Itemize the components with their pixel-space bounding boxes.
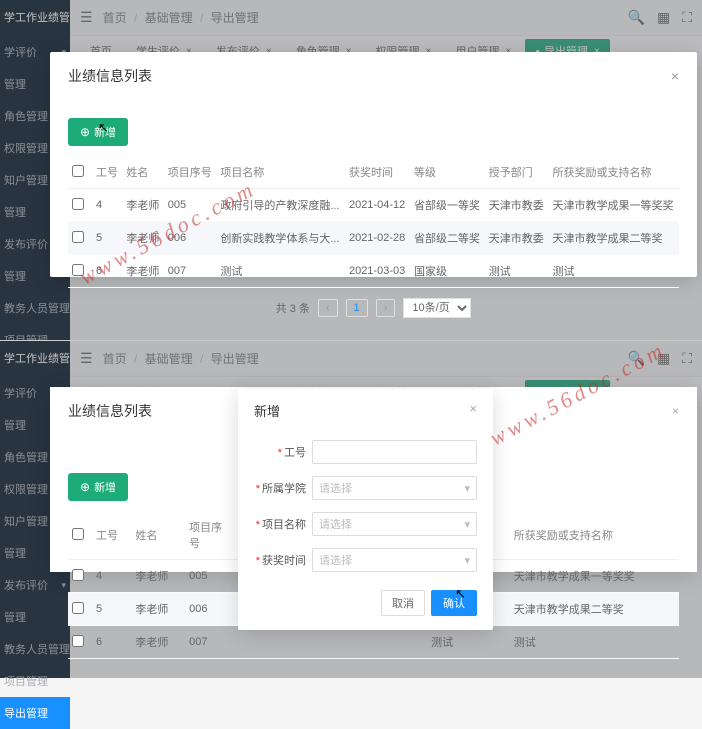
row-checkbox[interactable] [72,198,84,210]
confirm-button[interactable]: 确认 [431,590,477,616]
table-row[interactable]: 5 李老师 006 创新实践教学体系与大... 2021-02-28 省部级二等… [68,222,679,255]
college-select[interactable]: 请选择▾ [312,476,477,500]
page-current[interactable]: 1 [346,299,368,317]
close-icon[interactable]: × [672,404,679,418]
data-table: 工号 姓名 项目序号 项目名称 获奖时间 等级 授予部门 所获奖励或支持名称 4… [68,156,679,288]
row-checkbox[interactable] [72,602,84,614]
next-page[interactable]: › [376,299,396,317]
chevron-down-icon: ▾ [464,482,470,495]
gonghao-input[interactable] [312,440,477,464]
modal-title: 业绩信息列表 [68,66,152,86]
row-checkbox[interactable] [72,231,84,243]
table-row[interactable]: 4 李老师 005 政府引导的产教深度融... 2021-04-12 省部级一等… [68,189,679,222]
pagination-total: 共 3 条 [276,300,310,316]
close-icon[interactable]: × [469,401,477,420]
plus-icon: ⊕ [80,126,90,138]
cancel-button[interactable]: 取消 [381,590,425,616]
sidebar-item-export[interactable]: 导出管理 [0,697,70,729]
row-checkbox[interactable] [72,635,84,647]
add-button[interactable]: ⊕新增 [68,473,128,501]
chevron-down-icon: ▾ [464,518,470,531]
page-title: 业绩信息列表 [68,401,152,421]
pagination: 共 3 条 ‹ 1 › 10条/页 [68,298,679,318]
close-icon[interactable]: × [671,68,679,84]
plus-icon: ⊕ [80,481,90,493]
row-checkbox[interactable] [72,569,84,581]
row-checkbox[interactable] [72,264,84,276]
table-row[interactable]: 6 李老师 007 测试 2021-03-03 国家级 测试 测试 [68,255,679,288]
chevron-down-icon: ▾ [464,554,470,567]
checkbox-all[interactable] [72,528,84,540]
prev-page[interactable]: ‹ [318,299,338,317]
cursor-icon: ↖ [98,120,109,136]
list-modal: 业绩信息列表 × ⊕新增 工号 姓名 项目序号 项目名称 获奖时间 等级 授予部… [50,52,697,277]
form-title: 新增 [254,401,280,420]
cursor-icon: ↖ [455,586,466,602]
project-select[interactable]: 请选择▾ [312,512,477,536]
date-select[interactable]: 请选择▾ [312,548,477,572]
page-size-select[interactable]: 10条/页 [403,298,471,318]
checkbox-all[interactable] [72,165,84,177]
table-row[interactable]: 6 李老师 007 测试 测试 [68,626,679,659]
